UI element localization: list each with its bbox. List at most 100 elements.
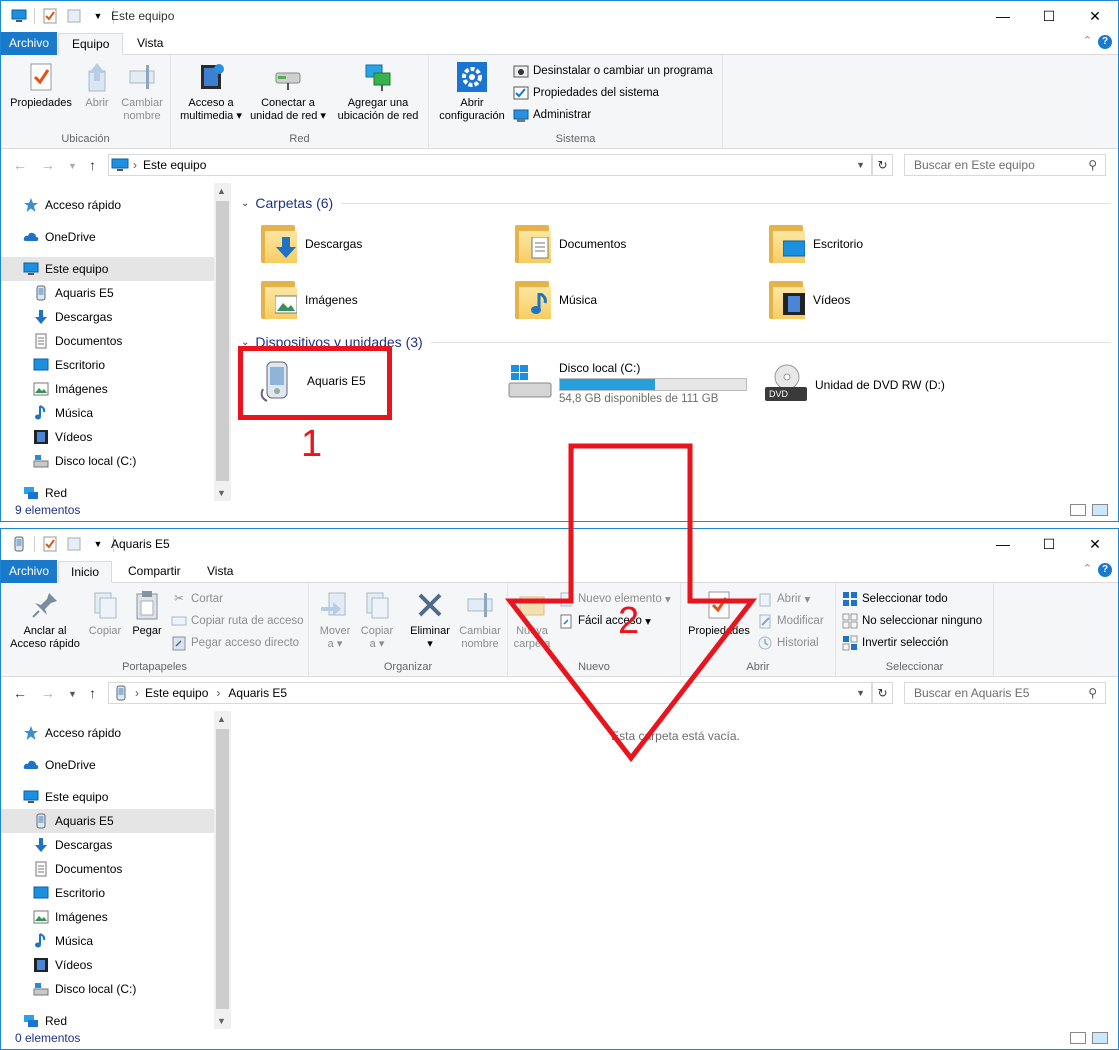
large-icons-view-icon[interactable] — [1092, 504, 1108, 516]
eliminar-button[interactable]: Eliminar ▾ — [407, 589, 453, 651]
drive-disco-local-c[interactable]: Disco local (C:) 54,8 GB disponibles de … — [507, 361, 747, 405]
details-view-icon[interactable] — [1070, 504, 1086, 516]
help-icon[interactable]: ? — [1098, 35, 1112, 49]
properties-icon[interactable] — [42, 536, 58, 552]
back-arrow-icon[interactable]: ← — [13, 157, 27, 173]
refresh-icon[interactable]: ↻ — [872, 682, 893, 704]
breadcrumb-aquaris-e5[interactable]: Aquaris E5 — [228, 686, 287, 700]
scroll-up-icon[interactable]: ▲ — [217, 186, 226, 196]
address-bar[interactable]: › Este equipo ▼ — [108, 154, 872, 176]
refresh-icon[interactable]: ↻ — [872, 154, 893, 176]
tree-item-aquaris-e5[interactable]: Aquaris E5 — [1, 809, 214, 833]
tab-archivo[interactable]: Archivo — [1, 32, 58, 55]
help-icon[interactable]: ? — [1098, 563, 1112, 577]
tree-item-onedrive[interactable]: OneDrive — [23, 753, 96, 777]
modificar-button[interactable]: Modificar — [757, 611, 824, 631]
pegar-button[interactable]: Pegar — [127, 589, 167, 638]
tree-item-escritorio[interactable]: Escritorio — [33, 881, 105, 905]
folder-imagenes[interactable]: Imágenes — [259, 275, 358, 325]
tab-compartir[interactable]: Compartir — [118, 561, 191, 583]
close-icon[interactable]: ✕ — [1072, 529, 1118, 559]
up-arrow-icon[interactable]: ↑ — [89, 685, 96, 701]
propiedades-button[interactable]: Propiedades — [5, 61, 77, 110]
large-icons-view-icon[interactable] — [1092, 1032, 1108, 1044]
forward-arrow-icon[interactable]: → — [41, 157, 55, 173]
folder-videos[interactable]: Vídeos — [767, 275, 850, 325]
invertir-seleccion-button[interactable]: Invertir selección — [842, 633, 948, 653]
minimize-icon[interactable]: — — [980, 1, 1026, 31]
address-dropdown-icon[interactable]: ▼ — [856, 160, 865, 170]
tree-item-escritorio[interactable]: Escritorio — [33, 353, 105, 377]
copiar-ruta-button[interactable]: Copiar ruta de acceso — [171, 611, 304, 631]
breadcrumb-este-equipo[interactable]: Este equipo — [145, 686, 208, 700]
tab-vista[interactable]: Vista — [197, 561, 243, 583]
drive-dvd-d[interactable]: DVD Unidad de DVD RW (D:) — [763, 363, 945, 407]
maximize-icon[interactable]: ☐ — [1026, 1, 1072, 31]
pegar-acceso-directo-button[interactable]: Pegar acceso directo — [171, 633, 299, 653]
section-header-carpetas[interactable]: ⌄ Carpetas (6) — [241, 195, 1111, 211]
up-arrow-icon[interactable]: ↑ — [89, 157, 96, 173]
recent-locations-chevron-icon[interactable]: ▼ — [68, 689, 77, 699]
tree-item-acceso-rapido[interactable]: Acceso rápido — [23, 193, 121, 217]
desinstalar-programa-button[interactable]: Desinstalar o cambiar un programa — [513, 61, 713, 81]
details-view-icon[interactable] — [1070, 1032, 1086, 1044]
tab-vista[interactable]: Vista — [127, 33, 173, 55]
tree-item-onedrive[interactable]: OneDrive — [23, 225, 96, 249]
search-input[interactable]: Buscar en Este equipo ⚲ — [904, 154, 1106, 176]
cambiar-nombre-button[interactable]: Cambiar nombre — [117, 61, 167, 123]
customize-toolbar-chevron-icon[interactable]: ▼ — [90, 536, 106, 552]
tree-item-descargas[interactable]: Descargas — [33, 305, 112, 329]
tree-item-este-equipo[interactable]: Este equipo — [1, 257, 214, 281]
abrir-button[interactable]: Abrir ▾ — [757, 589, 810, 609]
scroll-down-icon[interactable]: ▼ — [217, 488, 226, 498]
folder-escritorio[interactable]: Escritorio — [767, 219, 863, 269]
customize-toolbar-chevron-icon[interactable]: ▼ — [90, 8, 106, 24]
tree-item-aquaris-e5[interactable]: Aquaris E5 — [33, 281, 114, 305]
scroll-up-icon[interactable]: ▲ — [217, 714, 226, 724]
propiedades-sistema-button[interactable]: Propiedades del sistema — [513, 83, 659, 103]
agregar-ubicacion-red-button[interactable]: Agregar una ubicación de red — [331, 61, 425, 123]
navigation-scrollbar[interactable]: ▲ ▼ — [214, 711, 231, 1029]
administrar-button[interactable]: Administrar — [513, 105, 591, 125]
collapse-ribbon-icon[interactable]: ⌃ — [1083, 562, 1092, 575]
tab-equipo[interactable]: Equipo — [58, 33, 124, 55]
breadcrumb-este-equipo[interactable]: Este equipo — [143, 158, 206, 172]
tree-item-red[interactable]: Red — [23, 1009, 67, 1033]
close-icon[interactable]: ✕ — [1072, 1, 1118, 31]
tree-item-documentos[interactable]: Documentos — [33, 857, 122, 881]
seleccionar-todo-button[interactable]: Seleccionar todo — [842, 589, 948, 609]
address-dropdown-icon[interactable]: ▼ — [856, 688, 865, 698]
tree-item-musica[interactable]: Música — [33, 929, 93, 953]
abrir-button[interactable]: Abrir — [79, 61, 115, 110]
tab-archivo[interactable]: Archivo — [1, 560, 58, 583]
folder-musica[interactable]: Música — [513, 275, 597, 325]
folder-documentos[interactable]: Documentos — [513, 219, 626, 269]
forward-arrow-icon[interactable]: → — [41, 685, 55, 701]
new-folder-icon[interactable] — [66, 536, 82, 552]
historial-button[interactable]: Historial — [757, 633, 819, 653]
collapse-ribbon-icon[interactable]: ⌃ — [1083, 34, 1092, 47]
anclar-acceso-rapido-button[interactable]: Anclar al Acceso rápido — [5, 589, 85, 651]
copiar-button[interactable]: Copiar — [85, 589, 125, 638]
scroll-down-icon[interactable]: ▼ — [217, 1016, 226, 1026]
tree-item-videos[interactable]: Vídeos — [33, 425, 92, 449]
tree-item-documentos[interactable]: Documentos — [33, 329, 122, 353]
no-seleccionar-ninguno-button[interactable]: No seleccionar ninguno — [842, 611, 982, 631]
recent-locations-chevron-icon[interactable]: ▼ — [68, 161, 77, 171]
conectar-unidad-red-button[interactable]: Conectar a unidad de red ▾ — [247, 61, 329, 123]
back-arrow-icon[interactable]: ← — [13, 685, 27, 701]
navigation-scrollbar[interactable]: ▲ ▼ — [214, 183, 231, 501]
tree-item-descargas[interactable]: Descargas — [33, 833, 112, 857]
tree-item-imagenes[interactable]: Imágenes — [33, 377, 108, 401]
cambiar-nombre-button[interactable]: Cambiar nombre — [455, 589, 505, 651]
tree-item-red[interactable]: Red — [23, 481, 67, 505]
minimize-icon[interactable]: — — [980, 529, 1026, 559]
abrir-configuracion-button[interactable]: Abrir configuración — [435, 61, 509, 123]
tree-item-videos[interactable]: Vídeos — [33, 953, 92, 977]
tree-item-disco-local[interactable]: Disco local (C:) — [33, 449, 136, 473]
tree-item-imagenes[interactable]: Imágenes — [33, 905, 108, 929]
scrollbar-thumb[interactable] — [216, 201, 229, 481]
tree-item-este-equipo[interactable]: Este equipo — [23, 785, 108, 809]
copiar-a-button[interactable]: Copiar a ▾ — [357, 589, 397, 651]
search-input[interactable]: Buscar en Aquaris E5 ⚲ — [904, 682, 1106, 704]
